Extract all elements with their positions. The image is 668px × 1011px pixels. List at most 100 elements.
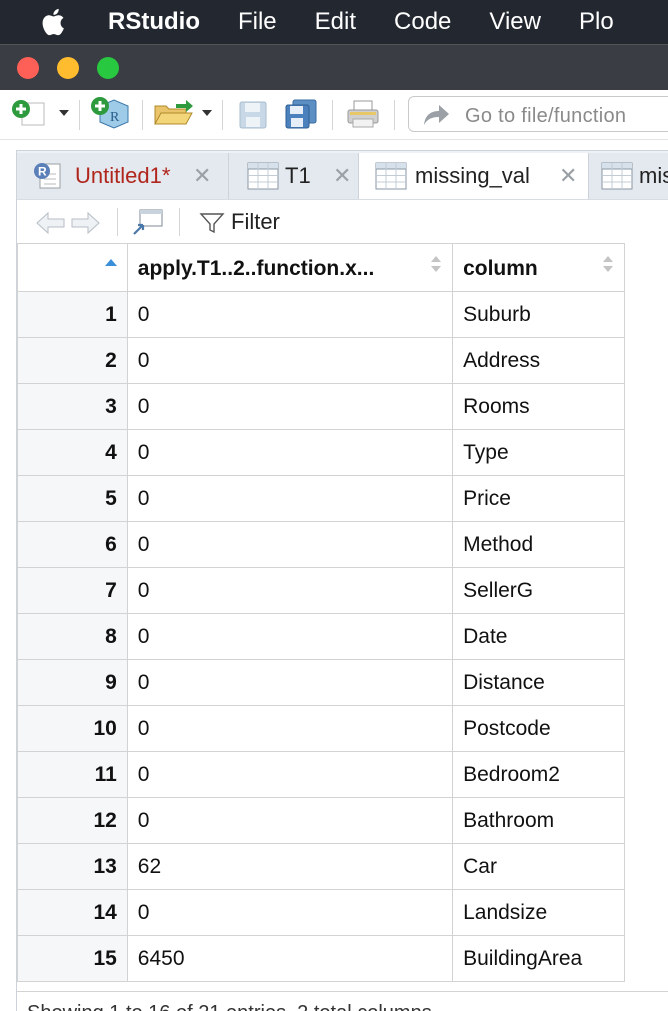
close-icon[interactable]: ✕ — [193, 163, 211, 189]
tab-label: missing_val — [415, 163, 530, 188]
tab-missing-val[interactable]: missing_val ✕ — [359, 153, 589, 200]
column-name-cell[interactable]: Address — [452, 337, 625, 384]
row-number: 12 — [17, 797, 128, 844]
entries-status-text: Showing 1 to 16 of 21 entries, 2 total c… — [27, 1002, 432, 1011]
close-icon[interactable]: ✕ — [559, 163, 577, 189]
print-icon[interactable] — [346, 98, 380, 130]
table-row[interactable]: 9 0 Distance — [17, 659, 625, 706]
row-number: 9 — [17, 659, 128, 706]
missing-count-cell[interactable]: 0 — [126, 797, 454, 844]
table-row[interactable]: 12 0 Bathroom — [17, 797, 625, 844]
missing-count-cell[interactable]: 0 — [126, 567, 454, 614]
missing-count-cell[interactable]: 0 — [126, 521, 454, 568]
go-to-arrow-icon — [424, 105, 449, 125]
save-icon[interactable] — [238, 100, 268, 130]
empty-grid-area — [625, 243, 668, 1003]
row-number-header[interactable] — [17, 243, 128, 292]
data-table: apply.T1..2..function.x... column 1 0 Su… — [17, 243, 625, 982]
toolbar-divider — [332, 100, 333, 130]
tab-label: T1 — [285, 163, 311, 188]
table-row[interactable]: 10 0 Postcode — [17, 705, 625, 752]
column-name-cell[interactable]: Suburb — [452, 291, 625, 338]
close-window-button[interactable] — [17, 57, 39, 79]
chevron-down-icon[interactable] — [200, 108, 214, 118]
apple-logo-icon[interactable] — [40, 7, 68, 37]
missing-count-cell[interactable]: 0 — [126, 751, 454, 798]
table-row[interactable]: 6 0 Method — [17, 521, 625, 568]
filter-button-label[interactable]: Filter — [231, 209, 280, 235]
missing-count-cell[interactable]: 0 — [126, 889, 454, 936]
column-name-cell[interactable]: Landsize — [452, 889, 625, 936]
row-number: 10 — [17, 705, 128, 752]
zoom-window-button[interactable] — [97, 57, 119, 79]
column-name-cell[interactable]: Type — [452, 429, 625, 476]
missing-count-cell[interactable]: 62 — [126, 843, 454, 890]
svg-text:R: R — [110, 110, 120, 125]
missing-count-cell[interactable]: 0 — [126, 613, 454, 660]
table-row[interactable]: 15 6450 BuildingArea — [17, 935, 625, 982]
tab-t1[interactable]: T1 ✕ — [229, 153, 359, 199]
menu-file[interactable]: File — [238, 8, 277, 36]
back-arrow-icon[interactable] — [35, 210, 67, 236]
menu-plots[interactable]: Plo — [579, 8, 614, 36]
table-row[interactable]: 7 0 SellerG — [17, 567, 625, 614]
column-name-cell[interactable]: SellerG — [452, 567, 625, 614]
table-row[interactable]: 14 0 Landsize — [17, 889, 625, 936]
app-menu[interactable]: RStudio — [108, 8, 200, 36]
column-header-column[interactable]: column — [452, 243, 625, 292]
chevron-down-icon[interactable] — [57, 108, 71, 118]
column-name-cell[interactable]: Price — [452, 475, 625, 522]
table-row[interactable]: 1 0 Suburb — [17, 291, 625, 338]
column-name-cell[interactable]: Bedroom2 — [452, 751, 625, 798]
missing-count-cell[interactable]: 0 — [126, 659, 454, 706]
data-viewer-status-bar: Showing 1 to 16 of 21 entries, 2 total c… — [17, 991, 668, 1011]
row-number: 1 — [17, 291, 128, 338]
column-header-label: apply.T1..2..function.x... — [137, 257, 375, 280]
table-row[interactable]: 4 0 Type — [17, 429, 625, 476]
table-row[interactable]: 11 0 Bedroom2 — [17, 751, 625, 798]
missing-count-cell[interactable]: 0 — [126, 705, 454, 752]
column-name-cell[interactable]: Car — [452, 843, 625, 890]
filter-icon[interactable] — [199, 212, 225, 234]
table-row[interactable]: 5 0 Price — [17, 475, 625, 522]
row-number: 3 — [17, 383, 128, 430]
table-row[interactable]: 13 62 Car — [17, 843, 625, 890]
toolbar-divider — [394, 100, 395, 130]
column-name-cell[interactable]: Date — [452, 613, 625, 660]
go-to-file-input[interactable]: Go to file/function — [408, 96, 668, 132]
missing-count-cell[interactable]: 6450 — [126, 935, 454, 982]
tab-mis[interactable]: mis — [589, 153, 668, 199]
column-name-cell[interactable]: Rooms — [452, 383, 625, 430]
menu-code[interactable]: Code — [394, 8, 451, 36]
column-name-cell[interactable]: Distance — [452, 659, 625, 706]
table-row[interactable]: 2 0 Address — [17, 337, 625, 384]
sort-ascending-icon[interactable] — [104, 258, 118, 268]
column-name-cell[interactable]: Postcode — [452, 705, 625, 752]
minimize-window-button[interactable] — [57, 57, 79, 79]
missing-count-cell[interactable]: 0 — [126, 337, 454, 384]
new-file-icon[interactable] — [10, 98, 50, 130]
column-header-value[interactable]: apply.T1..2..function.x... — [126, 243, 454, 292]
close-icon[interactable]: ✕ — [333, 163, 351, 189]
sort-toggle-icon[interactable] — [602, 254, 614, 274]
column-name-cell[interactable]: Method — [452, 521, 625, 568]
open-file-icon[interactable] — [152, 98, 196, 130]
missing-count-cell[interactable]: 0 — [126, 475, 454, 522]
column-name-cell[interactable]: Bathroom — [452, 797, 625, 844]
show-in-window-icon[interactable] — [131, 208, 165, 236]
missing-count-cell[interactable]: 0 — [126, 429, 454, 476]
save-all-icon[interactable] — [284, 98, 318, 130]
missing-count-cell[interactable]: 0 — [126, 383, 454, 430]
row-number: 14 — [17, 889, 128, 936]
go-to-file-placeholder: Go to file/function — [465, 105, 627, 127]
table-row[interactable]: 3 0 Rooms — [17, 383, 625, 430]
missing-count-cell[interactable]: 0 — [126, 291, 454, 338]
menu-view[interactable]: View — [489, 8, 541, 36]
sort-toggle-icon[interactable] — [430, 254, 442, 274]
table-row[interactable]: 8 0 Date — [17, 613, 625, 660]
menu-edit[interactable]: Edit — [315, 8, 356, 36]
tab-untitled1[interactable]: R Untitled1* ✕ — [17, 153, 229, 199]
column-name-cell[interactable]: BuildingArea — [452, 935, 625, 982]
new-project-icon[interactable]: R — [90, 96, 132, 132]
forward-arrow-icon[interactable] — [69, 210, 101, 236]
